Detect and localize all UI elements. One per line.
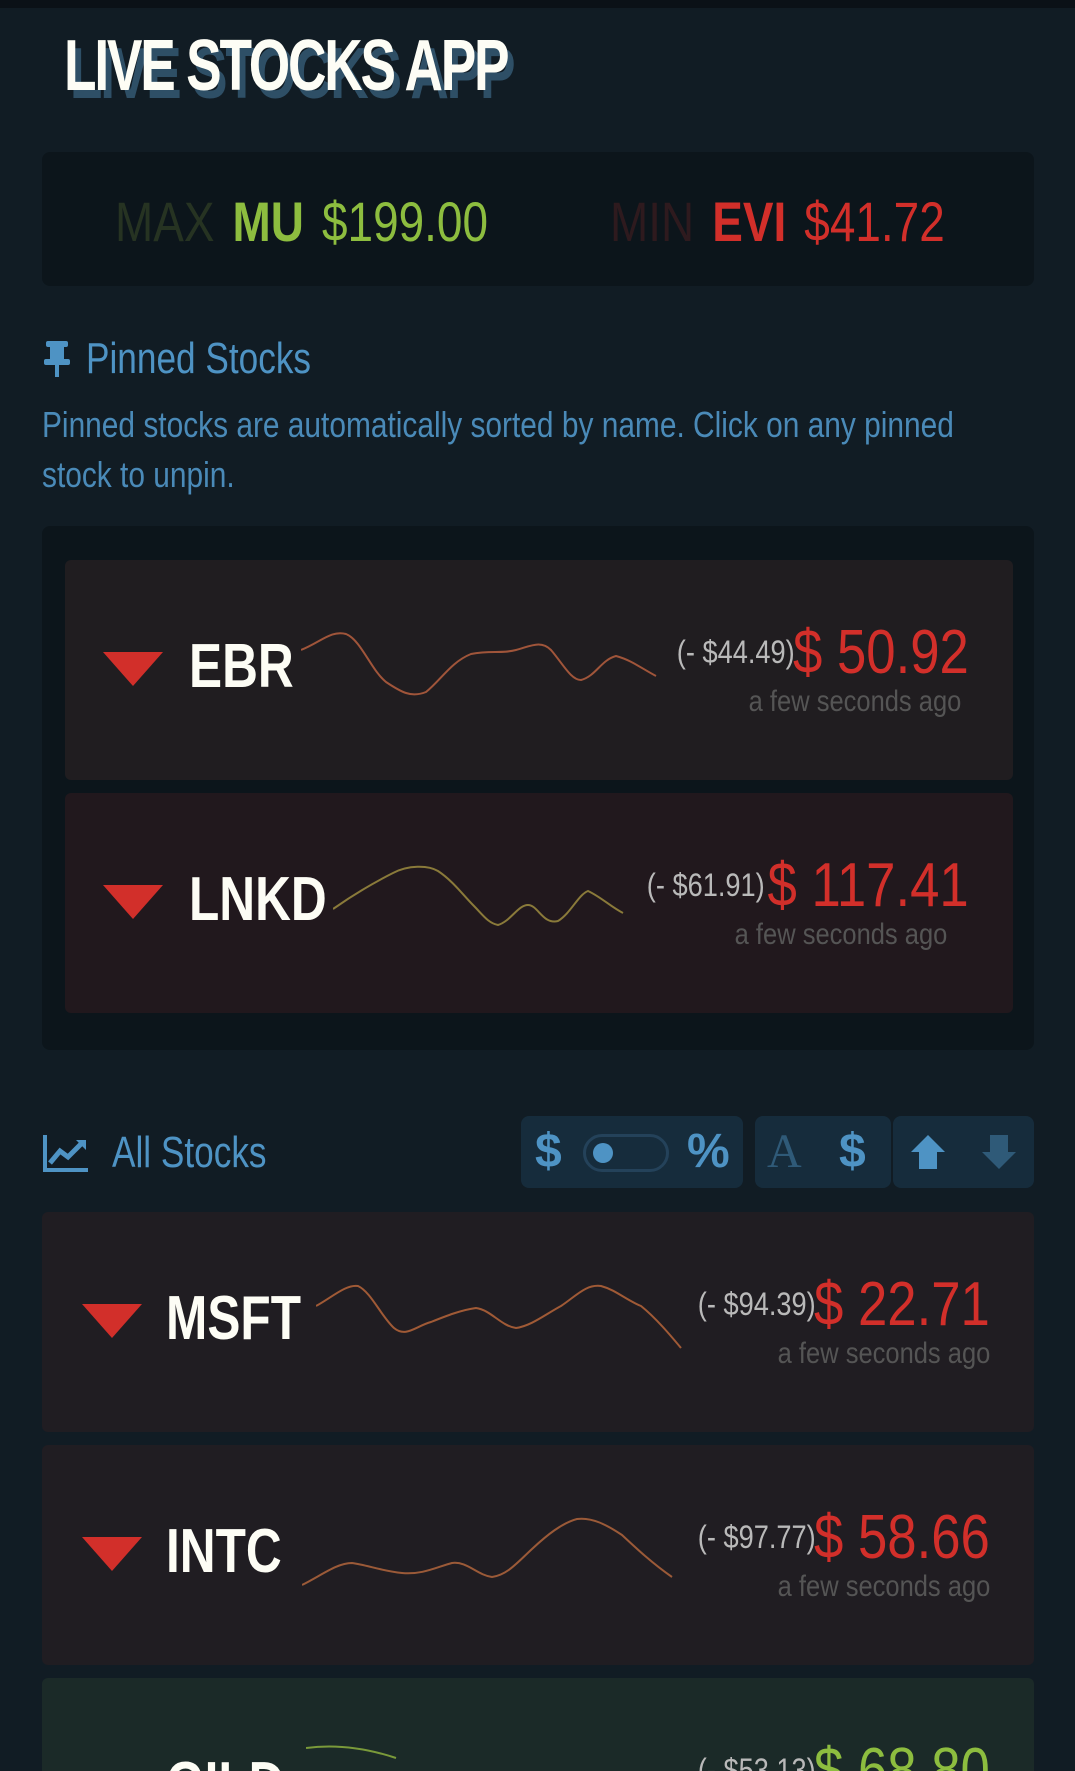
extremes-panel: MAX MU $199.00 MIN EVI $41.72 [42, 152, 1034, 286]
mode-switch[interactable] [583, 1134, 669, 1172]
max-label: MAX [115, 189, 215, 253]
update-time: a few seconds ago [748, 685, 962, 718]
stock-symbol: LNKD [189, 865, 327, 934]
stock-card[interactable]: MSFT (- $94.39) $ 22.71 a few seconds ag… [42, 1212, 1034, 1432]
stock-price: $ 117.41 [767, 851, 969, 920]
all-stocks-title: All Stocks [112, 1128, 267, 1177]
stock-price: $ 22.71 [814, 1270, 990, 1339]
stock-symbol: INTC [166, 1517, 282, 1586]
pinned-section-header: Pinned Stocks [42, 334, 367, 384]
sort-price-button[interactable]: $ [839, 1116, 866, 1188]
percent-mode-label[interactable]: % [687, 1116, 730, 1188]
stock-symbol: EBR [189, 632, 294, 701]
mode-switch-knob [593, 1143, 613, 1163]
dollar-mode-label[interactable]: $ [535, 1116, 562, 1188]
pinned-stock-card[interactable]: LNKD (- $61.91) $ 117.41 a few seconds a… [65, 793, 1013, 1013]
sparkline-chart [301, 632, 657, 696]
sparkline-chart [302, 1517, 673, 1586]
max-symbol: MU [232, 189, 304, 253]
down-arrow-icon [82, 1304, 142, 1338]
down-arrow-icon [103, 652, 163, 686]
arrow-up-icon[interactable] [908, 1132, 948, 1172]
app-title: LIVE STOCKS APP [64, 26, 510, 106]
arrow-down-icon[interactable] [979, 1132, 1019, 1172]
min-price: $41.72 [804, 189, 945, 253]
min-symbol: EVI [712, 189, 787, 253]
stock-card[interactable]: INTC (- $97.77) $ 58.66 a few seconds ag… [42, 1445, 1034, 1665]
stock-price: $ 58.66 [814, 1503, 990, 1572]
down-arrow-icon [103, 885, 163, 919]
max-stock: MAX MU $199.00 [115, 188, 570, 254]
stock-symbol: MSFT [166, 1284, 301, 1353]
sort-direction-group [893, 1116, 1034, 1188]
price-change: (- $44.49) [677, 634, 795, 670]
price-change: (- $94.39) [698, 1286, 816, 1322]
sort-field-group: A $ [755, 1116, 891, 1188]
pinned-description: Pinned stocks are automatically sorted b… [42, 404, 954, 495]
pinned-stock-card[interactable]: EBR (- $44.49) $ 50.92 a few seconds ago [65, 560, 1013, 780]
sort-alpha-button[interactable]: A [767, 1116, 802, 1188]
line-chart-icon [43, 1135, 88, 1172]
price-change: (- $61.91) [647, 867, 765, 903]
stock-symbol: GILD [166, 1750, 284, 1771]
stock-price: $ 50.92 [793, 618, 969, 687]
min-stock: MIN EVI $41.72 [610, 188, 1018, 254]
value-mode-toggle[interactable]: $ % [521, 1116, 743, 1188]
update-time: a few seconds ago [734, 918, 948, 951]
price-change: (- $53.13) [698, 1752, 816, 1771]
update-time: a few seconds ago [777, 1570, 991, 1603]
max-price: $199.00 [322, 189, 489, 253]
stock-card[interactable]: GILD (- $53.13) $ 68.80 [42, 1678, 1034, 1771]
price-change: (- $97.77) [698, 1519, 816, 1555]
update-time: a few seconds ago [777, 1337, 991, 1370]
top-bar [0, 0, 1075, 8]
pinned-section-title: Pinned Stocks [86, 334, 312, 383]
sparkline-chart [316, 1284, 682, 1349]
down-arrow-icon [82, 1537, 142, 1571]
stock-price: $ 68.80 [814, 1736, 990, 1771]
sparkline-chart [333, 865, 624, 927]
min-label: MIN [610, 189, 695, 253]
sparkline-chart [306, 1745, 397, 1759]
pin-icon [44, 341, 70, 377]
all-stocks-header: All Stocks [42, 1128, 305, 1178]
